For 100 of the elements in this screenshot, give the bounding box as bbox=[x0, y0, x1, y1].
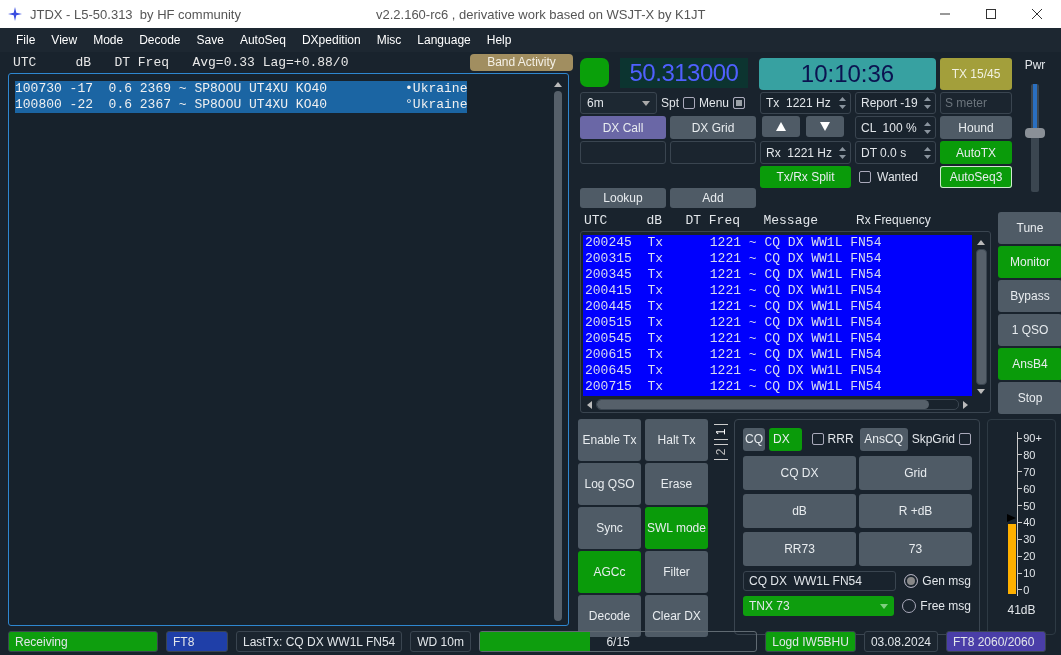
scroll-up-icon[interactable] bbox=[976, 238, 986, 246]
spot-checkbox[interactable] bbox=[683, 97, 695, 109]
scale-label: 30 bbox=[1023, 533, 1036, 546]
menu-item[interactable]: Language bbox=[409, 33, 479, 47]
message-button[interactable]: CQ DX bbox=[743, 456, 856, 490]
rrr-label: RRR bbox=[827, 432, 854, 446]
menu-item[interactable]: AutoSeq bbox=[231, 33, 294, 47]
side-button[interactable]: Bypass bbox=[998, 280, 1061, 312]
action-button[interactable]: Filter bbox=[645, 551, 708, 593]
action-button[interactable]: Erase bbox=[645, 463, 708, 505]
wanted-checkbox[interactable] bbox=[859, 171, 871, 183]
down-triangle-icon bbox=[820, 122, 830, 131]
scale-label: 0 bbox=[1023, 583, 1030, 596]
dx-grid-button[interactable]: DX Grid bbox=[670, 116, 756, 139]
tx-frequency-spinbox[interactable]: Tx 1221 Hz bbox=[760, 92, 851, 114]
spin-arrows-icon[interactable] bbox=[923, 94, 932, 112]
signal-reading: 41dB bbox=[1007, 603, 1036, 617]
scale-label: 60 bbox=[1023, 482, 1036, 495]
scroll-up-icon[interactable] bbox=[553, 80, 563, 88]
message-line[interactable]: 200415 Tx 1221 ~ CQ DX WW1L FN54 bbox=[583, 283, 972, 299]
scale-label: 70 bbox=[1023, 465, 1036, 478]
caret-icon bbox=[642, 100, 650, 106]
message-line[interactable]: 200515 Tx 1221 ~ CQ DX WW1L FN54 bbox=[583, 315, 972, 331]
band-dropdown[interactable]: 6m bbox=[580, 92, 657, 114]
autoseq-button[interactable]: AutoSeq3 bbox=[940, 166, 1012, 188]
dx-call-field[interactable] bbox=[580, 141, 666, 164]
action-button[interactable]: AGCc bbox=[578, 551, 641, 593]
action-button[interactable]: Enable Tx bbox=[578, 419, 641, 461]
menu-item[interactable]: Decode bbox=[131, 33, 189, 47]
dx-call-button[interactable]: DX Call bbox=[580, 116, 666, 139]
report-spinbox[interactable]: Report -19 bbox=[855, 92, 936, 114]
down-button[interactable] bbox=[806, 116, 844, 137]
scale-label: 50 bbox=[1023, 499, 1036, 512]
hound-button[interactable]: Hound bbox=[940, 116, 1012, 139]
skip-grid-checkbox[interactable] bbox=[959, 433, 971, 445]
action-button[interactable]: Log QSO bbox=[578, 463, 641, 505]
add-button[interactable]: Add bbox=[670, 188, 756, 208]
message-button[interactable]: dB bbox=[743, 494, 856, 528]
s-meter-field[interactable]: S meter bbox=[940, 92, 1012, 114]
message-button[interactable]: RR73 bbox=[743, 532, 856, 566]
message-line[interactable]: 200715 Tx 1221 ~ CQ DX WW1L FN54 bbox=[583, 379, 972, 395]
rx-frequency-spinbox[interactable]: Rx 1221 Hz bbox=[760, 141, 851, 164]
close-icon[interactable] bbox=[1031, 8, 1043, 20]
ans-cq-button[interactable]: AnsCQ bbox=[859, 427, 908, 451]
lookup-button[interactable]: Lookup bbox=[580, 188, 666, 208]
message-button[interactable]: 73 bbox=[859, 532, 972, 566]
side-button[interactable]: Stop bbox=[998, 382, 1061, 414]
maximize-icon[interactable] bbox=[985, 8, 997, 20]
message-line[interactable]: 200545 Tx 1221 ~ CQ DX WW1L FN54 bbox=[583, 331, 972, 347]
scrollbar[interactable] bbox=[552, 80, 564, 621]
message-line[interactable]: 200245 Tx 1221 ~ CQ DX WW1L FN54 bbox=[583, 235, 972, 251]
scale-label: 40 bbox=[1023, 516, 1036, 529]
message-line[interactable]: 200445 Tx 1221 ~ CQ DX WW1L FN54 bbox=[583, 299, 972, 315]
side-button[interactable]: Monitor bbox=[998, 246, 1061, 278]
cq-button[interactable]: CQ bbox=[743, 427, 765, 451]
message-line[interactable]: 200645 Tx 1221 ~ CQ DX WW1L FN54 bbox=[583, 363, 972, 379]
menu-item[interactable]: Misc bbox=[368, 33, 410, 47]
split-button[interactable]: Tx/Rx Split bbox=[760, 166, 851, 188]
message-line[interactable]: 200615 Tx 1221 ~ CQ DX WW1L FN54 bbox=[583, 347, 972, 363]
spin-arrows-icon[interactable] bbox=[838, 94, 847, 112]
message-tab[interactable]: 1 bbox=[714, 424, 728, 440]
cl-spinbox[interactable]: CL 100 % bbox=[855, 116, 936, 139]
dx-button[interactable]: DX bbox=[769, 427, 802, 451]
message-button[interactable]: R +dB bbox=[859, 494, 972, 528]
generated-message-field[interactable]: CQ DX WW1L FN54 bbox=[743, 571, 897, 591]
menu-item[interactable]: Save bbox=[188, 33, 232, 47]
skip-grid-label: SkpGrid bbox=[911, 432, 955, 446]
up-triangle-icon bbox=[776, 122, 786, 131]
slider-thumb[interactable] bbox=[1025, 128, 1045, 138]
side-button[interactable]: AnsB4 bbox=[998, 348, 1061, 380]
scroll-right-icon[interactable] bbox=[962, 399, 970, 410]
action-button[interactable]: Halt Tx bbox=[645, 419, 708, 461]
menu-item[interactable]: DXpedition bbox=[293, 33, 369, 47]
radio-button[interactable] bbox=[904, 574, 919, 588]
message-button[interactable]: Grid bbox=[859, 456, 972, 490]
star-icon bbox=[8, 7, 22, 21]
action-button[interactable]: Decode bbox=[578, 595, 641, 637]
message-tab[interactable]: 2 bbox=[714, 444, 728, 460]
scroll-left-icon[interactable] bbox=[585, 399, 593, 410]
up-button[interactable] bbox=[762, 116, 800, 137]
column-headers: UTC dB DT Freq Message bbox=[584, 212, 819, 228]
message-line[interactable]: 200345 Tx 1221 ~ CQ DX WW1L FN54 bbox=[583, 267, 972, 283]
side-button[interactable]: 1 QSO bbox=[998, 314, 1061, 346]
rrr-checkbox[interactable] bbox=[811, 433, 824, 445]
menu-checkbox[interactable] bbox=[733, 97, 746, 109]
side-button[interactable]: Tune bbox=[998, 212, 1061, 244]
scroll-down-icon[interactable] bbox=[976, 388, 986, 396]
menu-item[interactable]: File bbox=[8, 33, 44, 47]
auto-tx-button[interactable]: AutoTX bbox=[940, 141, 1012, 164]
menu-item[interactable]: Help bbox=[478, 33, 520, 47]
message-line[interactable]: 200315 Tx 1221 ~ CQ DX WW1L FN54 bbox=[583, 251, 972, 267]
action-button[interactable]: Clear DX bbox=[645, 595, 708, 637]
action-button[interactable]: SWL mode bbox=[645, 507, 708, 549]
frequency-display: 50.313000 bbox=[620, 58, 748, 88]
wanted-label: Wanted bbox=[877, 170, 918, 184]
action-button[interactable]: Sync bbox=[578, 507, 641, 549]
menu-item[interactable]: View bbox=[43, 33, 86, 47]
dx-grid-field[interactable] bbox=[670, 141, 756, 164]
menu-item[interactable]: Mode bbox=[85, 33, 132, 47]
dt-spinbox[interactable]: DT 0.0 s bbox=[855, 141, 936, 164]
